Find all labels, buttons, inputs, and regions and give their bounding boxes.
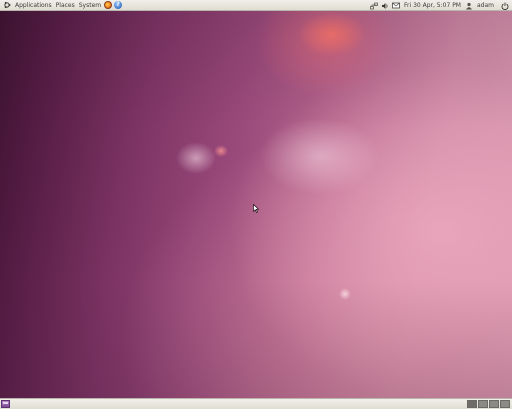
menu-places[interactable]: Places bbox=[54, 0, 77, 11]
show-desktop-button[interactable] bbox=[1, 400, 10, 408]
clock[interactable]: Fri 30 Apr, 5:07 PM bbox=[401, 2, 464, 9]
ubuntu-logo-icon[interactable] bbox=[3, 1, 11, 9]
mouse-pointer-icon bbox=[253, 198, 259, 213]
menu-system[interactable]: System bbox=[77, 0, 103, 11]
workspace-4[interactable] bbox=[500, 400, 510, 408]
help-icon[interactable]: ? bbox=[114, 1, 123, 9]
mail-icon[interactable] bbox=[391, 0, 400, 11]
notification-area: Fri 30 Apr, 5:07 PM adam bbox=[368, 0, 512, 11]
firefox-icon[interactable] bbox=[104, 1, 113, 9]
power-icon[interactable] bbox=[500, 0, 509, 11]
menu-applications[interactable]: Applications bbox=[13, 0, 54, 11]
workspace-3[interactable] bbox=[489, 400, 499, 408]
user-name[interactable]: adam bbox=[475, 2, 496, 9]
workspace-switcher bbox=[466, 400, 510, 408]
screen: Applications Places System ? Fri 30 Apr,… bbox=[0, 0, 512, 409]
top-panel: Applications Places System ? Fri 30 Apr,… bbox=[0, 0, 512, 11]
network-icon[interactable] bbox=[369, 0, 378, 11]
user-icon[interactable] bbox=[465, 0, 474, 11]
workspace-1[interactable] bbox=[467, 400, 477, 408]
volume-icon[interactable] bbox=[380, 0, 389, 11]
bottom-panel bbox=[0, 398, 512, 409]
workspace-2[interactable] bbox=[478, 400, 488, 408]
